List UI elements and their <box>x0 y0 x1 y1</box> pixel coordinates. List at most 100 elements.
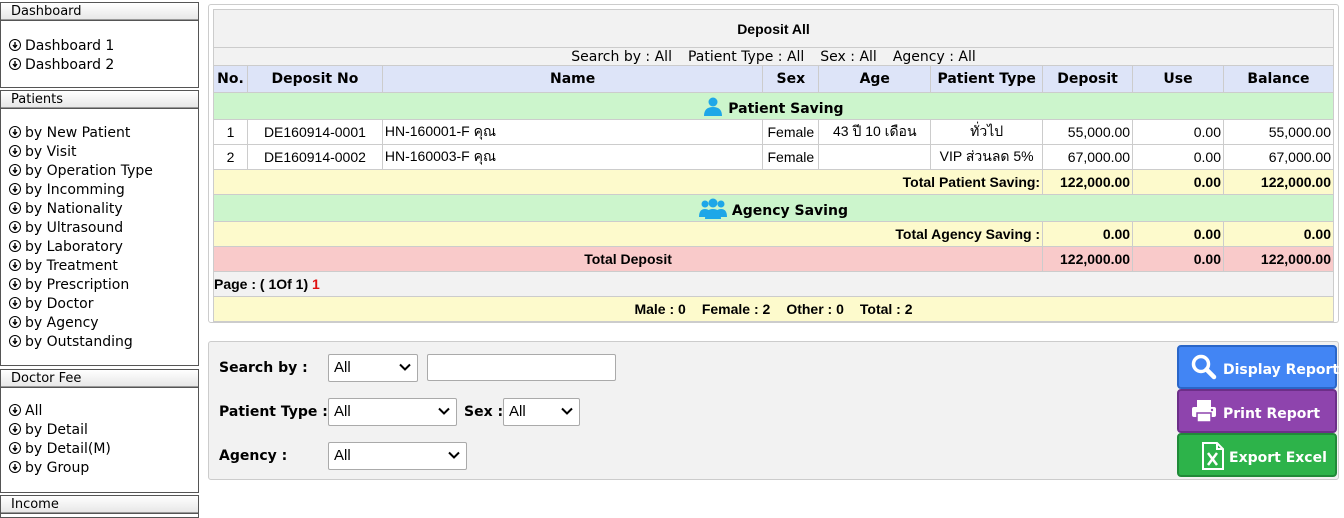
col-use: Use <box>1132 65 1224 93</box>
sidebar-item[interactable]: by Nationality <box>1 200 198 219</box>
page-label: Page : ( 1Of 1) <box>214 276 309 292</box>
cell-use: 0.00 <box>1132 144 1224 170</box>
sidebar-item[interactable]: by Outstanding <box>1 333 198 352</box>
group-label: Patient Saving <box>728 100 844 117</box>
cell-deposit: 55,000.00 <box>1042 119 1134 145</box>
arrow-circle-icon <box>9 404 21 416</box>
arrow-circle-icon <box>9 335 21 347</box>
summary-other: Other : 0 <box>786 301 844 317</box>
sidebar-item-label: by Agency <box>25 315 99 331</box>
pagination-row: Page : ( 1Of 1) 1 <box>213 271 1334 297</box>
cell-no: 1 <box>213 119 248 145</box>
section-title-income[interactable]: Income <box>0 495 199 514</box>
total-balance-value: 122,000.00 <box>1222 246 1335 272</box>
arrow-circle-icon <box>9 423 21 435</box>
export-excel-label: Export Excel <box>1229 450 1327 466</box>
section-title-doctor-fee[interactable]: Doctor Fee <box>0 369 199 388</box>
sidebar-item[interactable]: by Visit <box>1 143 198 162</box>
total-deposit-label: Total Deposit <box>212 246 1044 272</box>
cell-use: 0.00 <box>1132 119 1224 145</box>
patient-type-select[interactable]: All <box>328 398 457 426</box>
users-icon <box>699 198 728 219</box>
search-text-input[interactable] <box>427 354 616 381</box>
cell-balance: 67,000.00 <box>1222 144 1335 170</box>
summary-female: Female : 2 <box>701 301 771 317</box>
search-icon <box>1191 354 1217 380</box>
sex-select[interactable]: All <box>503 398 580 426</box>
sidebar-item[interactable]: by Detail(M) <box>1 440 198 459</box>
search-by-value: All <box>334 359 351 376</box>
sidebar-item[interactable]: by Doctor <box>1 295 198 314</box>
cell-age <box>818 144 932 170</box>
cell-balance: 55,000.00 <box>1222 119 1335 145</box>
col-balance: Balance <box>1222 65 1335 93</box>
sidebar-item-label: All <box>25 403 43 419</box>
arrow-circle-icon <box>9 461 21 473</box>
printer-icon <box>1192 400 1216 423</box>
cell-age: 43 ปี 10 เดือน <box>818 119 932 145</box>
chevron-down-icon <box>399 363 411 371</box>
subtotal-use: 0.00 <box>1132 221 1224 247</box>
criteria-agency: Agency : All <box>892 48 976 65</box>
cell-sex: Female <box>762 144 820 170</box>
sidebar-item-dashboard-2[interactable]: Dashboard 2 <box>1 56 198 75</box>
sidebar-item-label: Dashboard 1 <box>25 38 115 54</box>
summary-male: Male : 0 <box>634 301 686 317</box>
display-report-button[interactable]: Display Report <box>1177 345 1339 389</box>
section-title-dashboard[interactable]: Dashboard <box>0 2 199 21</box>
cell-sex: Female <box>762 119 820 145</box>
sidebar-item[interactable]: by New Patient <box>1 124 198 143</box>
subtotal-patient-saving: Total Patient Saving: 122,000.00 0.00 12… <box>212 169 1335 195</box>
sidebar-item[interactable]: by Group <box>1 459 198 478</box>
sidebar-item-dashboard-1[interactable]: Dashboard 1 <box>1 37 198 56</box>
arrow-circle-icon <box>9 164 21 176</box>
sidebar-item-label: by New Patient <box>25 125 131 141</box>
patient-type-value: All <box>334 403 351 420</box>
criteria-search-by: Search by : All <box>571 48 672 65</box>
export-excel-button[interactable]: Export Excel <box>1177 433 1337 477</box>
group-label: Agency Saving <box>731 203 848 219</box>
subtotal-deposit: 122,000.00 <box>1042 169 1134 195</box>
sidebar-item-label: by Outstanding <box>25 334 133 350</box>
sidebar-item[interactable]: by Detail <box>1 421 198 440</box>
arrow-circle-icon <box>9 259 21 271</box>
cell-deposit-no: DE160914-0001 <box>246 119 383 145</box>
arrow-circle-icon <box>9 145 21 157</box>
sidebar-item-label: by Ultrasound <box>25 220 124 236</box>
section-title-patients[interactable]: Patients <box>0 90 199 109</box>
page-link-1[interactable]: 1 <box>312 276 320 292</box>
sidebar-item[interactable]: by Treatment <box>1 257 198 276</box>
arrow-circle-icon <box>9 221 21 233</box>
sidebar-item[interactable]: All <box>1 402 198 421</box>
sidebar-item[interactable]: by Ultrasound <box>1 219 198 238</box>
col-age: Age <box>818 65 932 93</box>
section-body-dashboard: Dashboard 1 Dashboard 2 <box>0 21 199 88</box>
col-patient-type: Patient Type <box>930 65 1044 93</box>
criteria-sex: Sex : All <box>820 48 877 65</box>
search-panel: Search by : All Patient Type : All Sex :… <box>208 341 1339 480</box>
sidebar-item[interactable]: by Agency <box>1 314 198 333</box>
sidebar-item-label: by Visit <box>25 144 77 160</box>
col-deposit: Deposit <box>1042 65 1134 93</box>
search-by-select[interactable]: All <box>328 354 418 382</box>
agency-label: Agency : <box>219 448 288 464</box>
sidebar-item-label: by Doctor <box>25 296 94 312</box>
sidebar-item-label: by Group <box>25 460 90 476</box>
cell-name: HN-160003-F คุณ <box>381 144 764 170</box>
sidebar-item[interactable]: by Laboratory <box>1 238 198 257</box>
sidebar-item[interactable]: by Prescription <box>1 276 198 295</box>
table-row: 2 DE160914-0002 HN-160003-F คุณ Female V… <box>213 144 1335 170</box>
subtotal-deposit: 0.00 <box>1042 221 1134 247</box>
print-report-button[interactable]: Print Report <box>1177 389 1337 433</box>
sidebar-item-label: by Treatment <box>25 258 118 274</box>
total-use-value: 0.00 <box>1132 246 1224 272</box>
sidebar-item[interactable]: by Incomming <box>1 181 198 200</box>
arrow-circle-icon <box>9 442 21 454</box>
sidebar-item-label: by Incomming <box>25 182 125 198</box>
sex-label: Sex : <box>464 404 504 420</box>
sidebar-item[interactable]: by Operation Type <box>1 162 198 181</box>
summary-total: Total : 2 <box>859 301 913 317</box>
agency-select[interactable]: All <box>328 442 467 470</box>
chevron-down-icon <box>438 407 450 415</box>
subtotal-label: Total Patient Saving: <box>212 169 1044 195</box>
